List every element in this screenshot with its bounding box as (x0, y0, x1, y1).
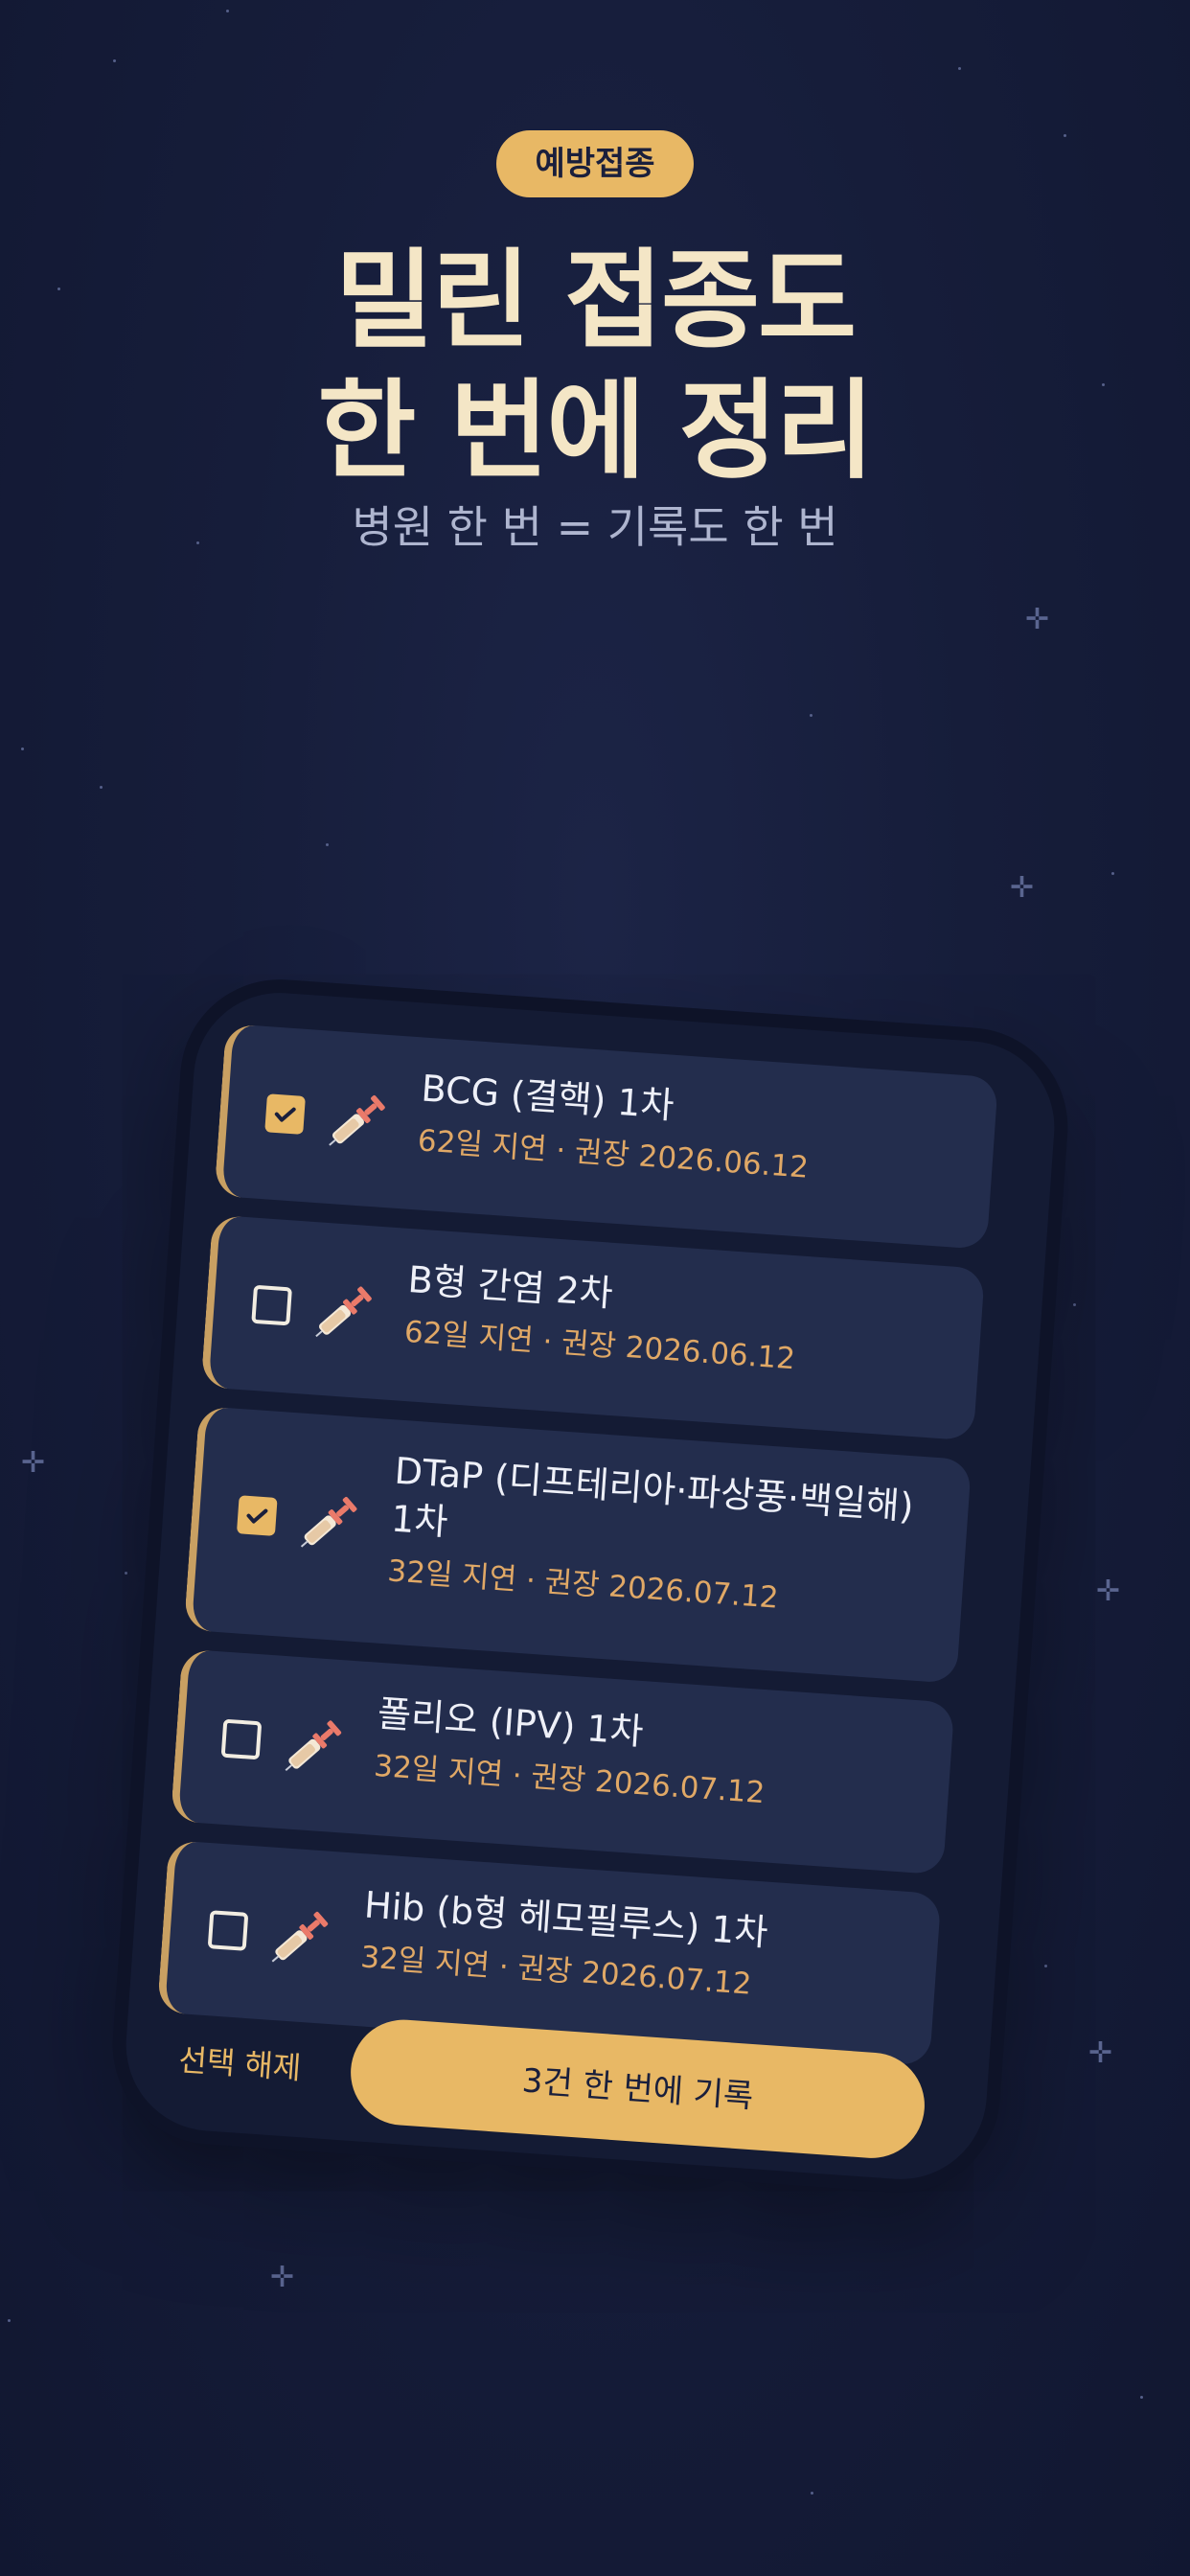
star (958, 67, 961, 70)
checkbox-empty-icon[interactable] (220, 1718, 263, 1760)
sparkle-icon: ✛ (270, 2261, 295, 2294)
star (226, 10, 229, 12)
category-badge: 예방접종 (496, 130, 694, 197)
checkbox-empty-icon[interactable] (251, 1284, 292, 1326)
syringe-icon (285, 1720, 342, 1772)
vaccine-card[interactable]: 폴리오 (IPV) 1차 32일 지연 · 권장 2026.07.12 (170, 1648, 955, 1875)
sparkle-icon: ✛ (1010, 871, 1035, 905)
star (8, 2319, 11, 2322)
star (113, 59, 116, 62)
vaccine-card[interactable]: DTaP (디프테리아·파상풍·백일해) 1차 32일 지연 · 권장 2026… (183, 1406, 973, 1684)
star (1064, 134, 1066, 137)
star (1044, 1965, 1047, 1967)
star (100, 786, 103, 789)
syringe-icon (315, 1286, 372, 1338)
checkbox-checked-icon[interactable] (264, 1093, 306, 1135)
headline-line-2: 한 번에 정리 (317, 369, 874, 494)
headline-line-1: 밀린 접종도 (334, 239, 857, 363)
checkbox-checked-icon[interactable] (236, 1495, 278, 1536)
syringe-icon (271, 1911, 329, 1963)
star (21, 748, 24, 750)
sparkle-icon: ✛ (1025, 603, 1050, 636)
phone-mockup: BCG (결핵) 1차 62일 지연 · 권장 2026.06.12 B형 간염… (120, 987, 1061, 2185)
star (1140, 2396, 1143, 2399)
star (1073, 1303, 1076, 1306)
clear-selection-button[interactable]: 선택 해제 (177, 2038, 303, 2089)
vaccine-card[interactable]: B형 간염 2차 62일 지연 · 권장 2026.06.12 (200, 1214, 986, 1441)
star (125, 1572, 127, 1575)
star (1111, 872, 1114, 875)
sparkle-icon: ✛ (1088, 2036, 1113, 2070)
star (326, 843, 329, 846)
checkbox-empty-icon[interactable] (207, 1910, 249, 1951)
page-subtitle: 병원 한 번 = 기록도 한 번 (352, 501, 838, 553)
syringe-icon (329, 1094, 385, 1146)
syringe-icon (300, 1496, 357, 1548)
vaccine-card[interactable]: BCG (결핵) 1차 62일 지연 · 권장 2026.06.12 (214, 1024, 999, 1250)
sparkle-icon: ✛ (21, 1446, 46, 1480)
star (810, 714, 812, 717)
star (811, 2492, 813, 2495)
sparkle-icon: ✛ (1096, 1575, 1121, 1608)
page-headline: 밀린 접종도 한 번에 정리 (0, 236, 1190, 496)
